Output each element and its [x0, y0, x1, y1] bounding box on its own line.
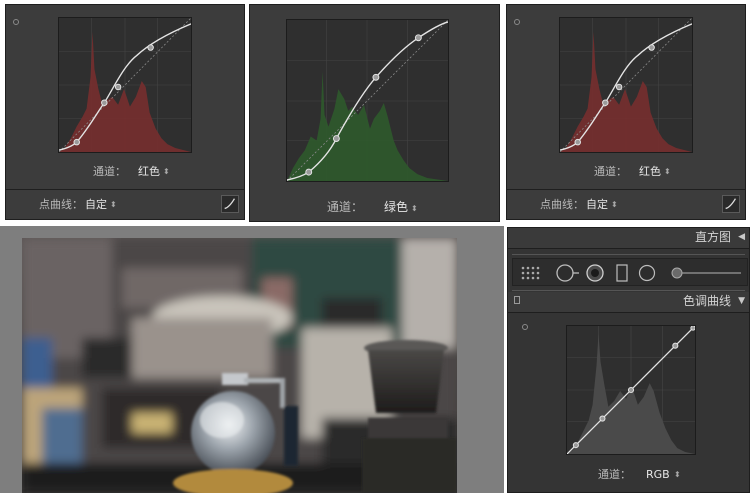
target-icon[interactable] [522, 324, 528, 330]
grid-icon [521, 266, 540, 280]
channel-label: 通道： [594, 165, 627, 178]
curve-graph[interactable] [566, 325, 696, 455]
tone-curve-panel-red-2: 通道： 红色 ⬍ 点曲线： 自定 ⬍ [506, 4, 746, 220]
point-curve-label: 点曲线： [540, 198, 584, 211]
curve-graph-svg [59, 18, 191, 152]
adjustment-brush-icon [671, 267, 741, 279]
chevron-updown-icon[interactable]: ⬍ [163, 165, 170, 178]
chevron-updown-icon[interactable]: ⬍ [110, 198, 117, 211]
radial-filter-icon [638, 264, 656, 282]
divider [512, 254, 745, 255]
curve-graph-svg [287, 20, 448, 181]
tone-curve-title: 色调曲线 [682, 294, 731, 308]
channel-value[interactable]: 红色 [639, 165, 661, 178]
graduated-filter-icon [616, 264, 628, 282]
channel-value[interactable]: 绿色 [384, 201, 408, 214]
right-panel-stack: 直方图 ◀ 色调曲线 ▼ 通道： RGB ⬍ [507, 227, 750, 493]
panel-switch-icon[interactable] [514, 296, 520, 304]
channel-label: 通道： [598, 468, 631, 481]
curve-graph[interactable] [58, 17, 192, 153]
curve-graph[interactable] [286, 19, 449, 182]
target-icon[interactable] [514, 19, 520, 25]
chevron-updown-icon[interactable]: ⬍ [611, 198, 618, 211]
curve-graph[interactable] [559, 17, 693, 153]
point-curve-label: 点曲线： [39, 198, 83, 211]
curve-graph-svg [560, 18, 692, 152]
chevron-updown-icon[interactable]: ⬍ [664, 165, 671, 178]
point-curve-value[interactable]: 自定 [586, 198, 608, 211]
channel-label: 通道： [93, 165, 126, 178]
collapse-left-icon[interactable]: ◀ [738, 228, 745, 246]
tone-curve-header[interactable]: 色调曲线 ▼ [508, 292, 749, 313]
tool-strip [512, 258, 748, 286]
divider [6, 189, 244, 190]
spot-removal-icon [556, 264, 579, 282]
red-eye-icon [586, 264, 604, 282]
target-icon[interactable] [13, 19, 19, 25]
chevron-updown-icon[interactable]: ⬍ [674, 468, 681, 481]
channel-value[interactable]: RGB [646, 468, 670, 481]
photo-preview[interactable] [22, 238, 457, 493]
collapse-down-icon[interactable]: ▼ [738, 292, 745, 310]
divider [507, 189, 745, 190]
curve-graph-svg [567, 326, 695, 454]
photo-image [22, 238, 457, 493]
chevron-updown-icon[interactable]: ⬍ [411, 202, 418, 215]
divider [512, 290, 745, 291]
curve-edit-icon[interactable] [221, 195, 239, 213]
histogram-title: 直方图 [694, 230, 731, 244]
tone-curve-panel-green: 通道： 绿色 ⬍ [249, 4, 500, 222]
channel-value[interactable]: 红色 [138, 165, 160, 178]
point-curve-value[interactable]: 自定 [85, 198, 107, 211]
tone-curve-panel-red-1: 通道： 红色 ⬍ 点曲线： 自定 ⬍ [5, 4, 245, 220]
histogram-header[interactable]: 直方图 ◀ [508, 228, 749, 249]
curve-edit-icon[interactable] [722, 195, 740, 213]
channel-label: 通道： [327, 200, 364, 214]
